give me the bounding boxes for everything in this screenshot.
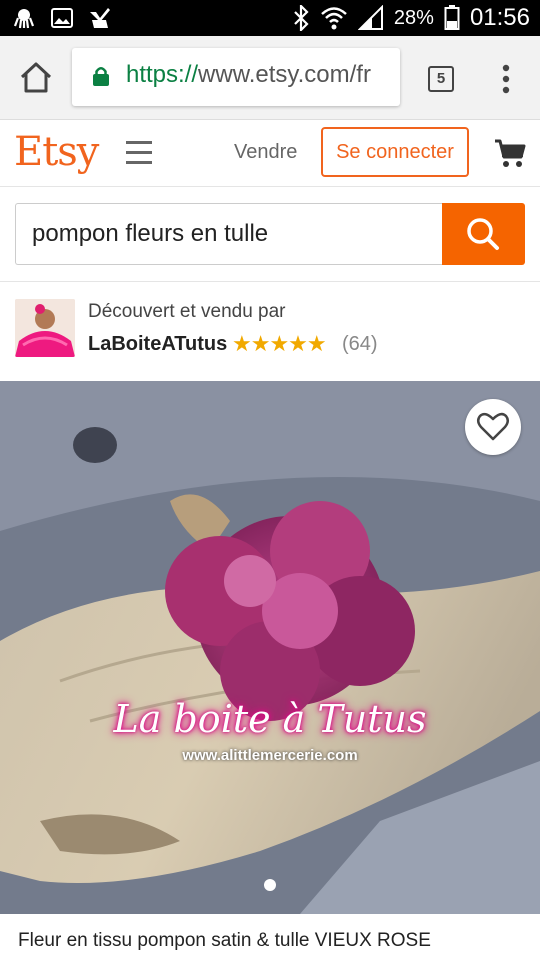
clock: 01:56 <box>469 4 530 31</box>
seller-avatar[interactable] <box>15 299 75 357</box>
home-icon[interactable] <box>18 60 54 96</box>
etsy-logo[interactable]: Etsy <box>14 129 99 175</box>
carousel-indicator[interactable] <box>264 879 276 891</box>
product-photo <box>0 381 540 914</box>
seller-intro: Découvert et vendu par <box>88 301 286 322</box>
sign-in-button[interactable]: Se connecter <box>321 127 469 177</box>
search-icon <box>467 218 499 250</box>
image-watermark-url: www.alittlemercerie.com <box>182 747 358 764</box>
listing-title: Fleur en tissu pompon satin & tulle VIEU… <box>18 930 431 951</box>
signal-icon <box>357 5 383 30</box>
review-count[interactable]: (64) <box>342 333 378 356</box>
rating-stars: ★★★★★ <box>232 331 327 356</box>
hamburger-menu-icon[interactable] <box>126 141 152 165</box>
listing-image[interactable]: La boite à Tutus www.alittlemercerie.com <box>0 381 540 914</box>
overflow-menu-icon[interactable] <box>496 62 516 96</box>
seller-info: Découvert et vendu par LaBoiteATutus ★★★… <box>0 283 540 381</box>
url-scheme: https:// <box>126 61 199 88</box>
cart-icon[interactable] <box>494 137 526 169</box>
sell-link[interactable]: Vendre <box>234 141 297 164</box>
tab-switcher-button[interactable]: 5 <box>428 66 454 92</box>
favorite-button[interactable] <box>465 399 521 455</box>
battery-percent: 28% <box>393 6 434 29</box>
lock-icon <box>93 67 109 86</box>
checkmark-icon <box>90 8 110 28</box>
image-watermark-brand: La boite à Tutus <box>113 697 427 741</box>
image-icon <box>51 8 73 28</box>
status-bar: 28% 01:56 <box>0 0 540 36</box>
search-input[interactable]: pompon fleurs en tulle <box>15 203 443 265</box>
battery-icon <box>444 5 460 30</box>
browser-toolbar: https://www.etsy.com/fr 5 <box>0 36 540 120</box>
url-text: https://www.etsy.com/fr <box>126 61 371 89</box>
bluetooth-icon <box>294 5 309 31</box>
search-bar: pompon fleurs en tulle <box>0 188 540 282</box>
heart-icon <box>477 412 509 441</box>
wifi-icon <box>321 7 347 30</box>
address-bar[interactable]: https://www.etsy.com/fr <box>72 48 400 106</box>
site-header: Etsy Vendre Se connecter <box>0 121 540 187</box>
shop-name-link[interactable]: LaBoiteATutus <box>88 333 227 356</box>
octopus-icon <box>13 9 35 29</box>
url-host: www.etsy.com/fr <box>198 61 371 88</box>
search-button[interactable] <box>442 203 525 265</box>
